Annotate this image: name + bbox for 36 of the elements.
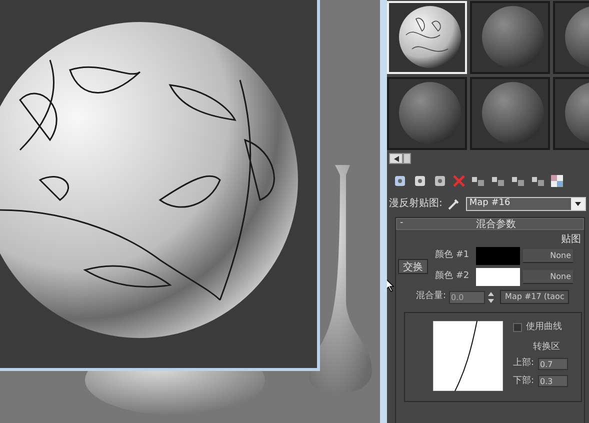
mix-map-button[interactable]: Map #17 (taoc <box>500 290 570 304</box>
map-dropdown[interactable]: Map #16 <box>466 196 586 210</box>
use-curve-checkbox[interactable] <box>513 323 522 332</box>
color-swatch[interactable] <box>476 268 520 286</box>
color-swatch[interactable] <box>476 247 520 265</box>
color-label: 颜色 #2 <box>435 270 470 284</box>
mix-curve-chart <box>433 321 503 391</box>
map-slot-button[interactable]: None <box>523 270 573 284</box>
lower-label: 下部: <box>513 374 534 388</box>
scroll-track <box>403 153 411 164</box>
scroll-left-button[interactable] <box>389 153 403 164</box>
map-column-heading: 贴图 <box>561 232 581 247</box>
diffuse-map-label: 漫反射贴图: <box>389 196 442 211</box>
upper-field[interactable]: 0.7 <box>538 358 568 370</box>
toolbar-icon[interactable] <box>531 174 545 188</box>
use-curve-label: 使用曲线 <box>526 321 562 334</box>
lower-field[interactable]: 0.3 <box>538 375 568 388</box>
toolbar-icon[interactable] <box>511 174 525 188</box>
toolbar-icon[interactable] <box>433 174 447 188</box>
toolbar-icon[interactable] <box>471 174 485 188</box>
eyedropper-icon[interactable] <box>448 198 460 210</box>
toolbar-icon[interactable] <box>491 174 505 188</box>
mix-amount-field[interactable]: 0.0 <box>449 290 486 304</box>
checker-icon[interactable] <box>551 175 563 187</box>
mouse-cursor-icon <box>387 278 394 292</box>
rollout-header[interactable]: - 混合参数 <box>396 218 584 230</box>
spinner-icon[interactable] <box>488 292 494 302</box>
map-slot-button[interactable]: None <box>523 249 573 263</box>
toolbar-icon[interactable] <box>393 174 407 188</box>
toolbar-icon[interactable] <box>413 174 427 188</box>
upper-label: 上部: <box>513 357 534 370</box>
color-label: 颜色 #1 <box>435 249 470 262</box>
mix-amount-label: 混合量: <box>416 290 446 304</box>
left-arrow-icon <box>394 156 398 162</box>
swap-button[interactable]: 交换 <box>398 259 428 274</box>
transition-zone-title: 转换区 <box>533 340 561 354</box>
